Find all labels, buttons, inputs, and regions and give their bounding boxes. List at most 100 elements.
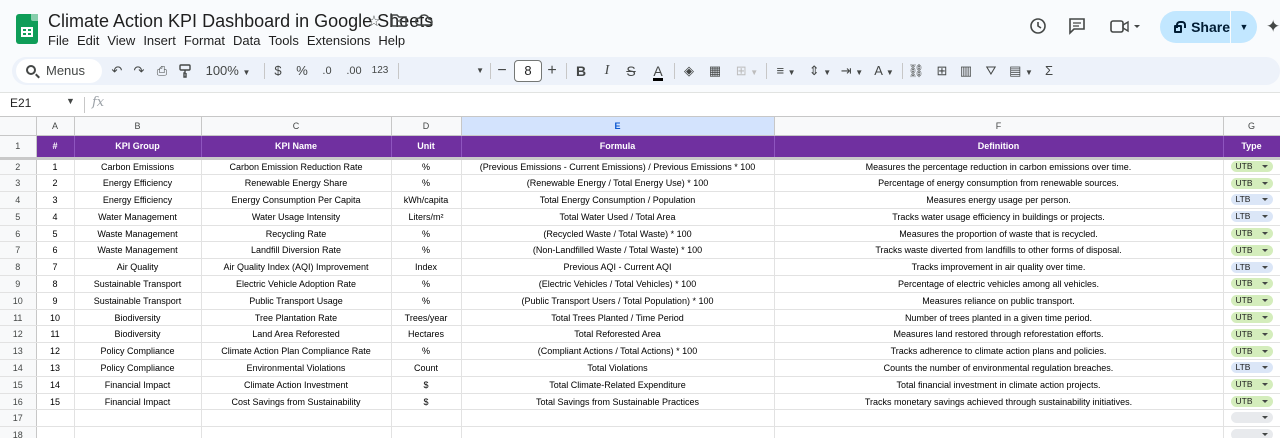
bold-icon[interactable]: B [572, 57, 590, 85]
decrease-font-size-icon[interactable]: − [494, 57, 510, 85]
meet-icon[interactable] [1108, 16, 1144, 38]
cell-formula[interactable]: Total Water Used / Total Area [461, 208, 775, 226]
cell-unit[interactable]: Index [391, 258, 462, 277]
row-number[interactable]: 17 [0, 409, 37, 428]
cell-unit[interactable] [391, 426, 462, 438]
type-dropdown-chip[interactable]: LTB [1230, 362, 1273, 374]
row-number[interactable]: 15 [0, 376, 37, 394]
cell-definition[interactable]: Measures land restored through reforesta… [774, 325, 1224, 344]
cell-kpi-group[interactable]: Sustainable Transport [74, 275, 202, 293]
number-format-button[interactable]: 123 [368, 57, 392, 85]
cell-definition[interactable]: Measures reliance on public transport. [774, 292, 1224, 310]
cell-type[interactable] [1223, 426, 1280, 438]
type-dropdown-chip[interactable]: UTB [1230, 161, 1273, 173]
row-number[interactable]: 3 [0, 174, 37, 193]
undo-icon[interactable]: ↶ [106, 57, 128, 85]
cell-kpi-name[interactable]: Environmental Violations [201, 359, 392, 377]
cell-number[interactable]: 15 [36, 393, 75, 411]
column-header-a[interactable]: A [36, 117, 75, 136]
name-box-dropdown-icon[interactable]: ▼ [66, 96, 75, 106]
insert-chart-icon[interactable]: ▥ [956, 57, 976, 85]
cell-number[interactable]: 4 [36, 208, 75, 226]
type-dropdown-chip[interactable]: UTB [1230, 244, 1273, 256]
cell-number[interactable] [36, 409, 75, 428]
cell-type[interactable]: UTB [1223, 158, 1280, 176]
cell-kpi-name[interactable]: Recycling Rate [201, 225, 392, 243]
row-number[interactable]: 18 [0, 426, 37, 438]
row-number[interactable]: 13 [0, 342, 37, 361]
cell-formula[interactable]: Total Violations [461, 359, 775, 377]
print-icon[interactable]: ⎙ [152, 57, 172, 85]
cell-kpi-group[interactable]: Water Management [74, 208, 202, 226]
row-number[interactable]: 5 [0, 208, 37, 226]
cell-type[interactable]: UTB [1223, 325, 1280, 344]
cell-type[interactable]: UTB [1223, 393, 1280, 411]
cell-kpi-group[interactable]: Waste Management [74, 225, 202, 243]
column-header-b[interactable]: B [74, 117, 202, 136]
cell-type[interactable]: UTB [1223, 292, 1280, 310]
cell-kpi-group[interactable]: Policy Compliance [74, 359, 202, 377]
horizontal-align-icon[interactable]: ≡ ▼ [772, 57, 800, 85]
cell-type[interactable]: UTB [1223, 174, 1280, 193]
cell-type[interactable] [1223, 409, 1280, 428]
menu-file[interactable]: File [48, 32, 75, 49]
version-history-icon[interactable] [1027, 16, 1049, 38]
cell-type[interactable]: LTB [1223, 191, 1280, 209]
cell-kpi-group[interactable] [74, 426, 202, 438]
cell-kpi-name[interactable]: Electric Vehicle Adoption Rate [201, 275, 392, 293]
cell-kpi-name[interactable]: Climate Action Plan Compliance Rate [201, 342, 392, 361]
menu-format[interactable]: Format [184, 32, 231, 49]
cell-unit[interactable]: % [391, 241, 462, 260]
strikethrough-icon[interactable]: S [622, 57, 640, 85]
type-dropdown-chip[interactable]: UTB [1230, 228, 1273, 240]
column-header-g[interactable]: G [1223, 117, 1280, 136]
cell-definition[interactable]: Measures the percentage reduction in car… [774, 158, 1224, 176]
cell-formula[interactable]: (Non-Landfilled Waste / Total Waste) * 1… [461, 241, 775, 260]
select-all-corner[interactable] [0, 117, 37, 136]
cell-kpi-group[interactable]: Energy Efficiency [74, 174, 202, 193]
cell-formula[interactable]: Total Reforested Area [461, 325, 775, 344]
insert-link-icon[interactable]: ⛓ [906, 57, 926, 85]
type-dropdown-chip-empty[interactable] [1230, 428, 1273, 438]
menu-extensions[interactable]: Extensions [307, 32, 377, 49]
cell-unit[interactable]: % [391, 225, 462, 243]
type-dropdown-chip[interactable]: UTB [1230, 312, 1273, 324]
header-formula[interactable]: Formula [461, 135, 775, 160]
cell-kpi-group[interactable]: Policy Compliance [74, 342, 202, 361]
cell-type[interactable]: UTB [1223, 225, 1280, 243]
font-family-select[interactable]: ▼ [404, 57, 484, 85]
type-dropdown-chip[interactable]: UTB [1230, 379, 1273, 391]
column-header-e[interactable]: E [461, 117, 775, 136]
cell-definition[interactable]: Percentage of energy consumption from re… [774, 174, 1224, 193]
cell-formula[interactable]: (Electric Vehicles / Total Vehicles) * 1… [461, 275, 775, 293]
cell-kpi-name[interactable]: Air Quality Index (AQI) Improvement [201, 258, 392, 277]
header-type[interactable]: Type [1223, 135, 1280, 160]
share-main[interactable]: Share [1160, 11, 1230, 43]
type-dropdown-chip[interactable]: UTB [1230, 278, 1273, 290]
cell-number[interactable]: 14 [36, 376, 75, 394]
cell-kpi-name[interactable]: Climate Action Investment [201, 376, 392, 394]
cell-kpi-name[interactable] [201, 409, 392, 428]
column-header-d[interactable]: D [391, 117, 462, 136]
menu-edit[interactable]: Edit [77, 32, 105, 49]
cell-formula[interactable]: Previous AQI - Current AQI [461, 258, 775, 277]
row-number[interactable]: 8 [0, 258, 37, 277]
cell-kpi-group[interactable]: Carbon Emissions [74, 158, 202, 176]
header-unit[interactable]: Unit [391, 135, 462, 160]
cell-kpi-group[interactable] [74, 409, 202, 428]
row-number[interactable]: 10 [0, 292, 37, 310]
header-kpi-group[interactable]: KPI Group [74, 135, 202, 160]
menu-data[interactable]: Data [233, 32, 266, 49]
cell-kpi-name[interactable]: Tree Plantation Rate [201, 309, 392, 327]
cell-definition[interactable]: Tracks improvement in air quality over t… [774, 258, 1224, 277]
type-dropdown-chip[interactable]: UTB [1230, 295, 1273, 307]
cell-formula[interactable]: (Compliant Actions / Total Actions) * 10… [461, 342, 775, 361]
insert-comment-icon[interactable]: ⊞ [932, 57, 952, 85]
cell-unit[interactable] [391, 409, 462, 428]
cell-formula[interactable]: Total Energy Consumption / Population [461, 191, 775, 209]
merge-cells-icon[interactable]: ⊞ ▼ [732, 57, 762, 85]
cell-formula[interactable]: (Previous Emissions - Current Emissions)… [461, 158, 775, 176]
cell-number[interactable]: 3 [36, 191, 75, 209]
cell-formula[interactable]: Total Savings from Sustainable Practices [461, 393, 775, 411]
cell-kpi-name[interactable]: Energy Consumption Per Capita [201, 191, 392, 209]
